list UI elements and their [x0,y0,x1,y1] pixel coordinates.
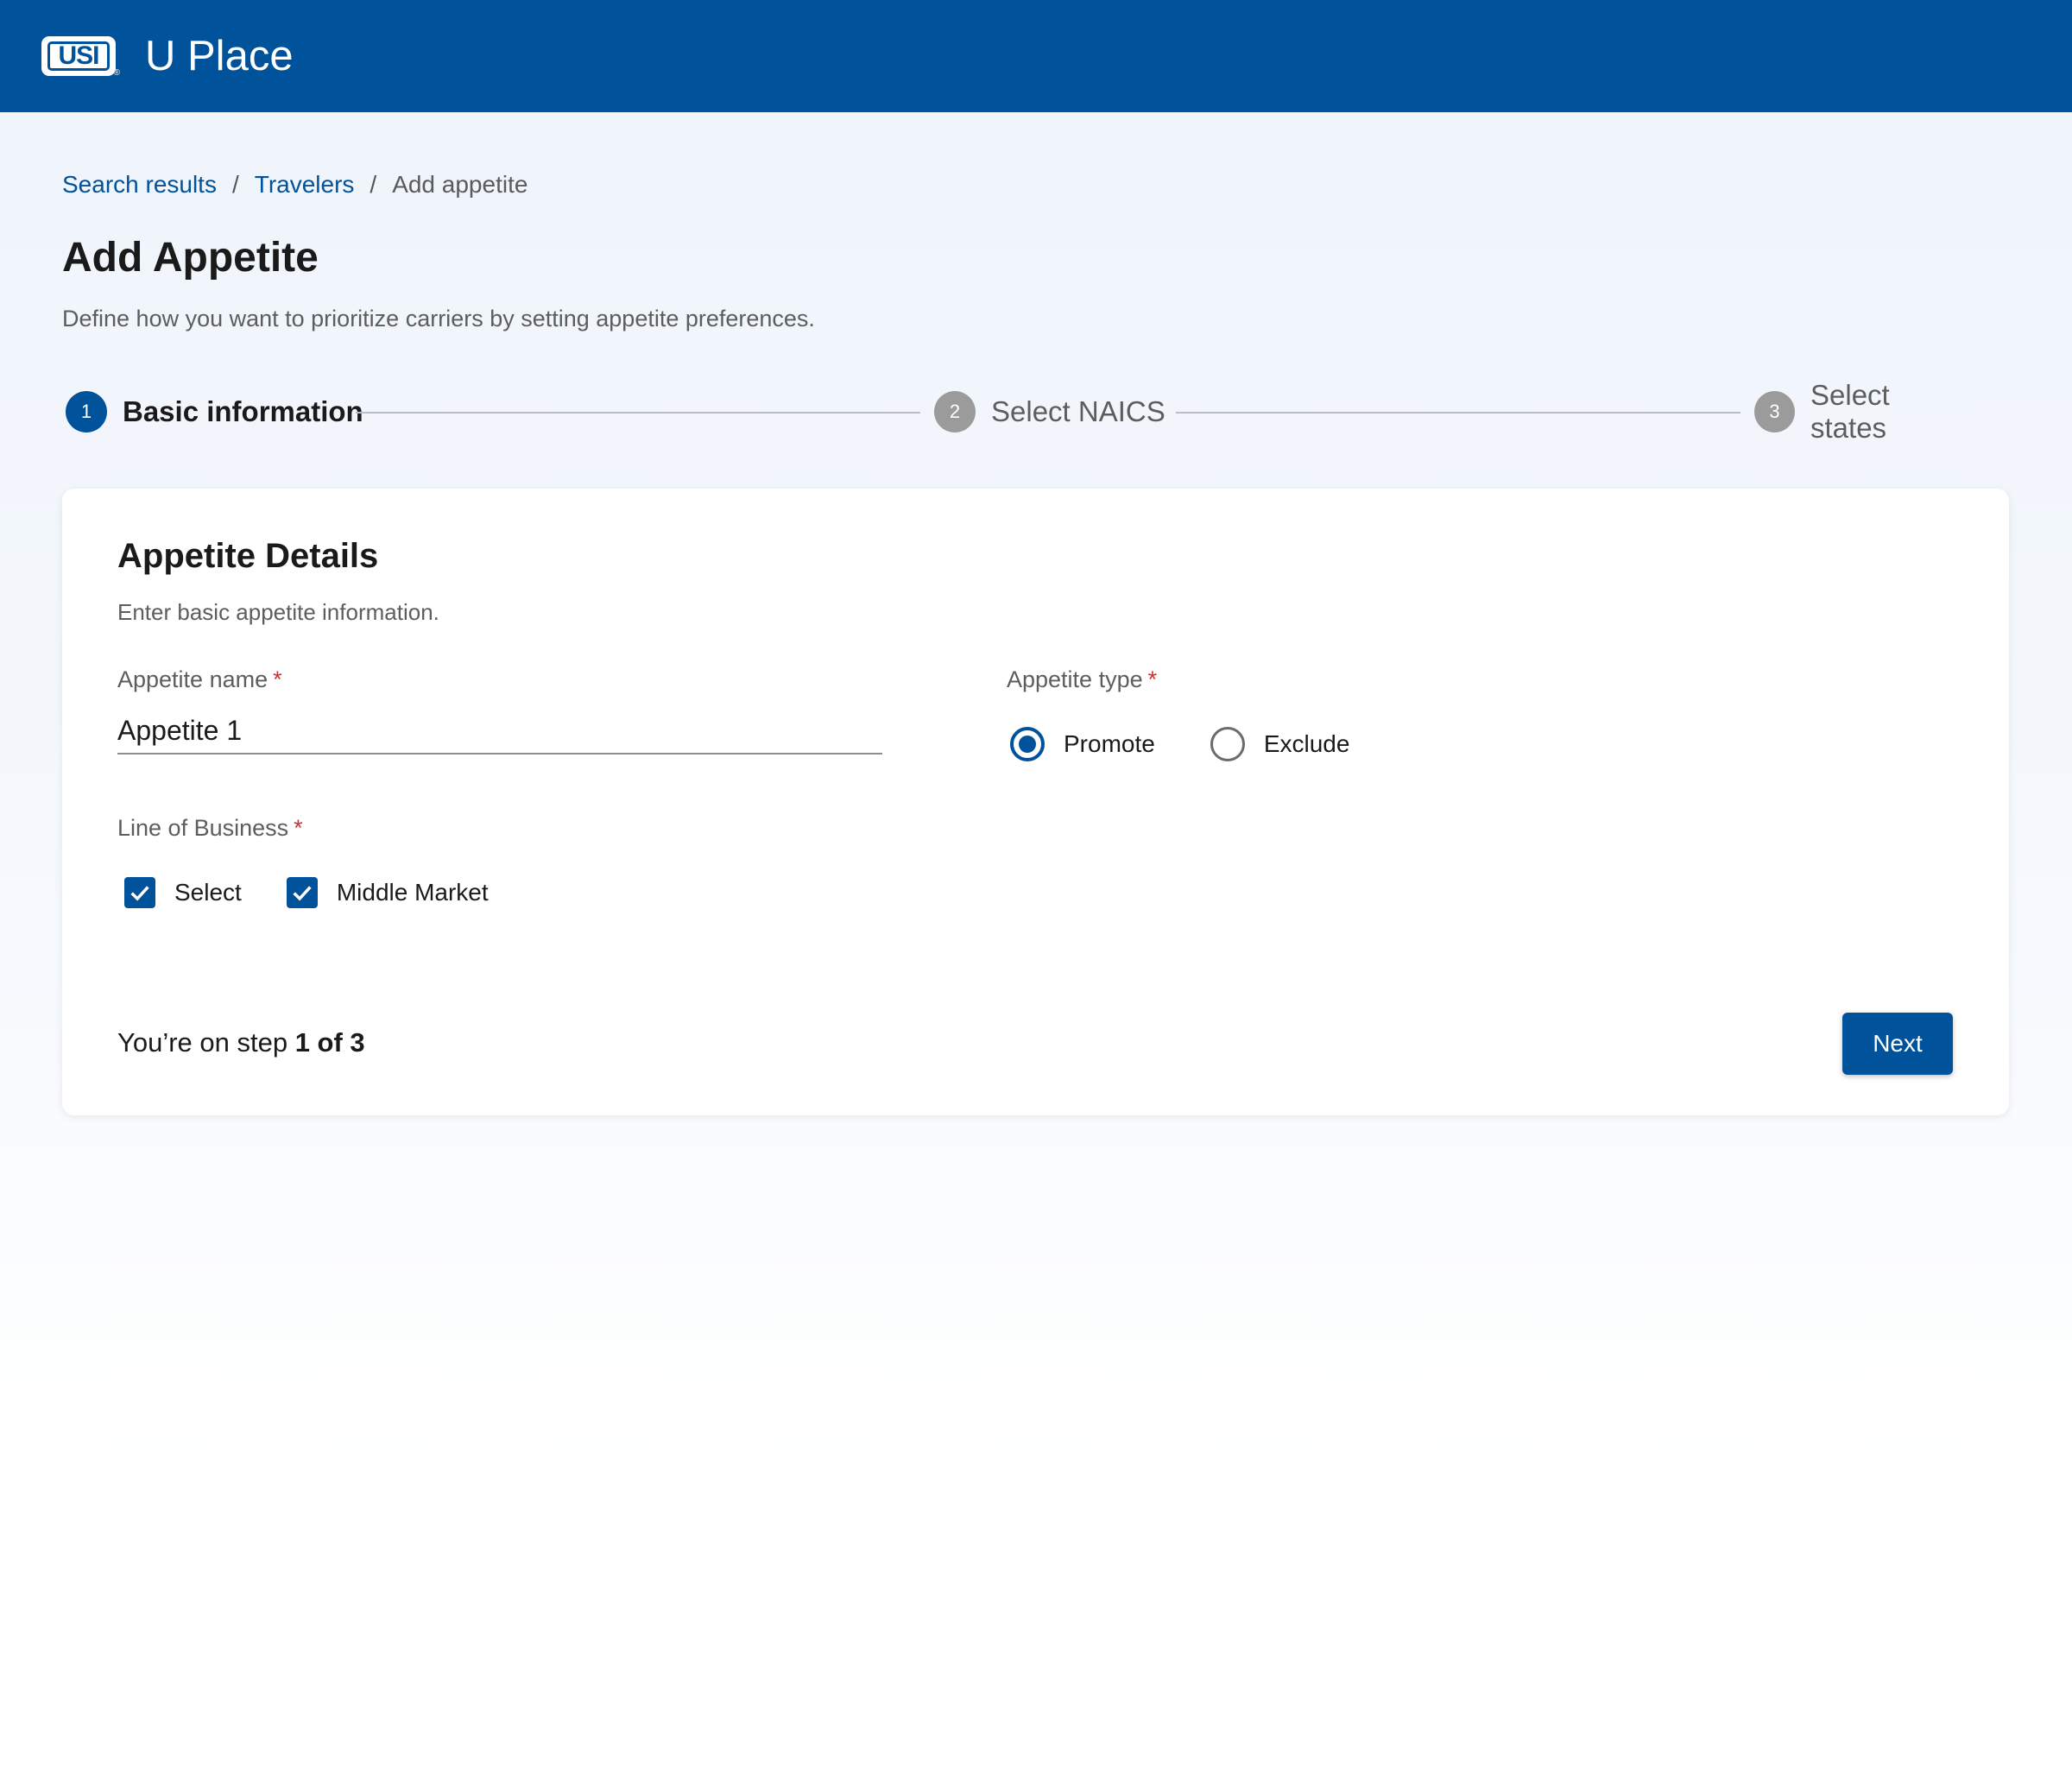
checkbox-label-middle-market: Middle Market [336,879,489,906]
checkmark-icon [130,886,149,901]
top-app-bar: USI ® U Place [0,0,2072,112]
line-of-business-checkbox-group: Select Middle Market [124,877,489,908]
breadcrumb-separator: / [231,171,239,198]
next-button[interactable]: Next [1842,1013,1953,1075]
required-marker: * [294,815,303,841]
step-number-1: 1 [66,391,107,433]
required-marker: * [1147,666,1158,692]
breadcrumb: Search results / Travelers / Add appetit… [62,171,527,199]
appetite-details-card: Appetite Details Enter basic appetite in… [62,489,2009,1115]
radio-option-exclude[interactable]: Exclude [1210,727,1350,761]
checkbox-select[interactable] [124,877,155,908]
breadcrumb-separator: / [370,171,377,198]
usi-logo-text: USI [47,41,110,71]
step-number-2: 2 [934,391,976,433]
appetite-type-label: Appetite type * [1007,666,1157,693]
appetite-name-label-text: Appetite name [117,666,268,692]
line-of-business-label: Line of Business * [117,815,303,842]
step-label: Select states [1810,379,1890,444]
app-title: U Place [145,33,294,79]
usi-logo[interactable]: USI ® [41,36,120,78]
required-marker: * [273,666,282,692]
step-select-naics[interactable]: 2 Select NAICS [934,390,1166,433]
radio-option-promote[interactable]: Promote [1010,727,1155,761]
step-connector [356,412,920,414]
breadcrumb-search-results[interactable]: Search results [62,171,217,199]
breadcrumb-travelers[interactable]: Travelers [255,171,355,199]
step-number-3: 3 [1754,391,1795,433]
registered-mark: ® [113,68,120,78]
appetite-name-label: Appetite name * [117,666,282,693]
step-connector [1176,412,1740,414]
appetite-type-radio-group: Promote Exclude [1010,727,1349,761]
radio-promote[interactable] [1010,727,1045,761]
step-select-states[interactable]: 3 Select states [1754,379,1970,444]
step-progress-text: You’re on step 1 of 3 [117,1027,365,1058]
step-label: Basic information [123,395,363,427]
checkbox-label-select: Select [174,879,242,906]
step-label: Select NAICS [991,395,1166,427]
appetite-type-label-text: Appetite type [1007,666,1143,692]
step-progress-value: 1 of 3 [294,1027,365,1058]
progress-stepper: 1 Basic information 2 Select NAICS 3 Sel… [62,379,1970,444]
radio-label-promote: Promote [1064,730,1155,757]
radio-exclude[interactable] [1210,727,1245,761]
page-title: Add Appetite [62,235,319,281]
checkbox-middle-market[interactable] [286,877,318,908]
breadcrumb-current: Add appetite [392,171,528,198]
checkmark-icon [293,886,312,901]
appetite-name-input[interactable] [117,708,882,755]
checkbox-option-middle-market[interactable]: Middle Market [286,877,489,908]
step-basic-information[interactable]: 1 Basic information [66,390,363,433]
page-subtitle: Define how you want to prioritize carrie… [62,306,815,332]
card-title: Appetite Details [117,537,379,575]
card-subtitle: Enter basic appetite information. [117,599,439,625]
line-of-business-label-text: Line of Business [117,815,289,841]
radio-label-exclude: Exclude [1263,730,1350,757]
step-progress-prefix: You’re on step [117,1027,288,1058]
checkbox-option-select[interactable]: Select [124,877,242,908]
